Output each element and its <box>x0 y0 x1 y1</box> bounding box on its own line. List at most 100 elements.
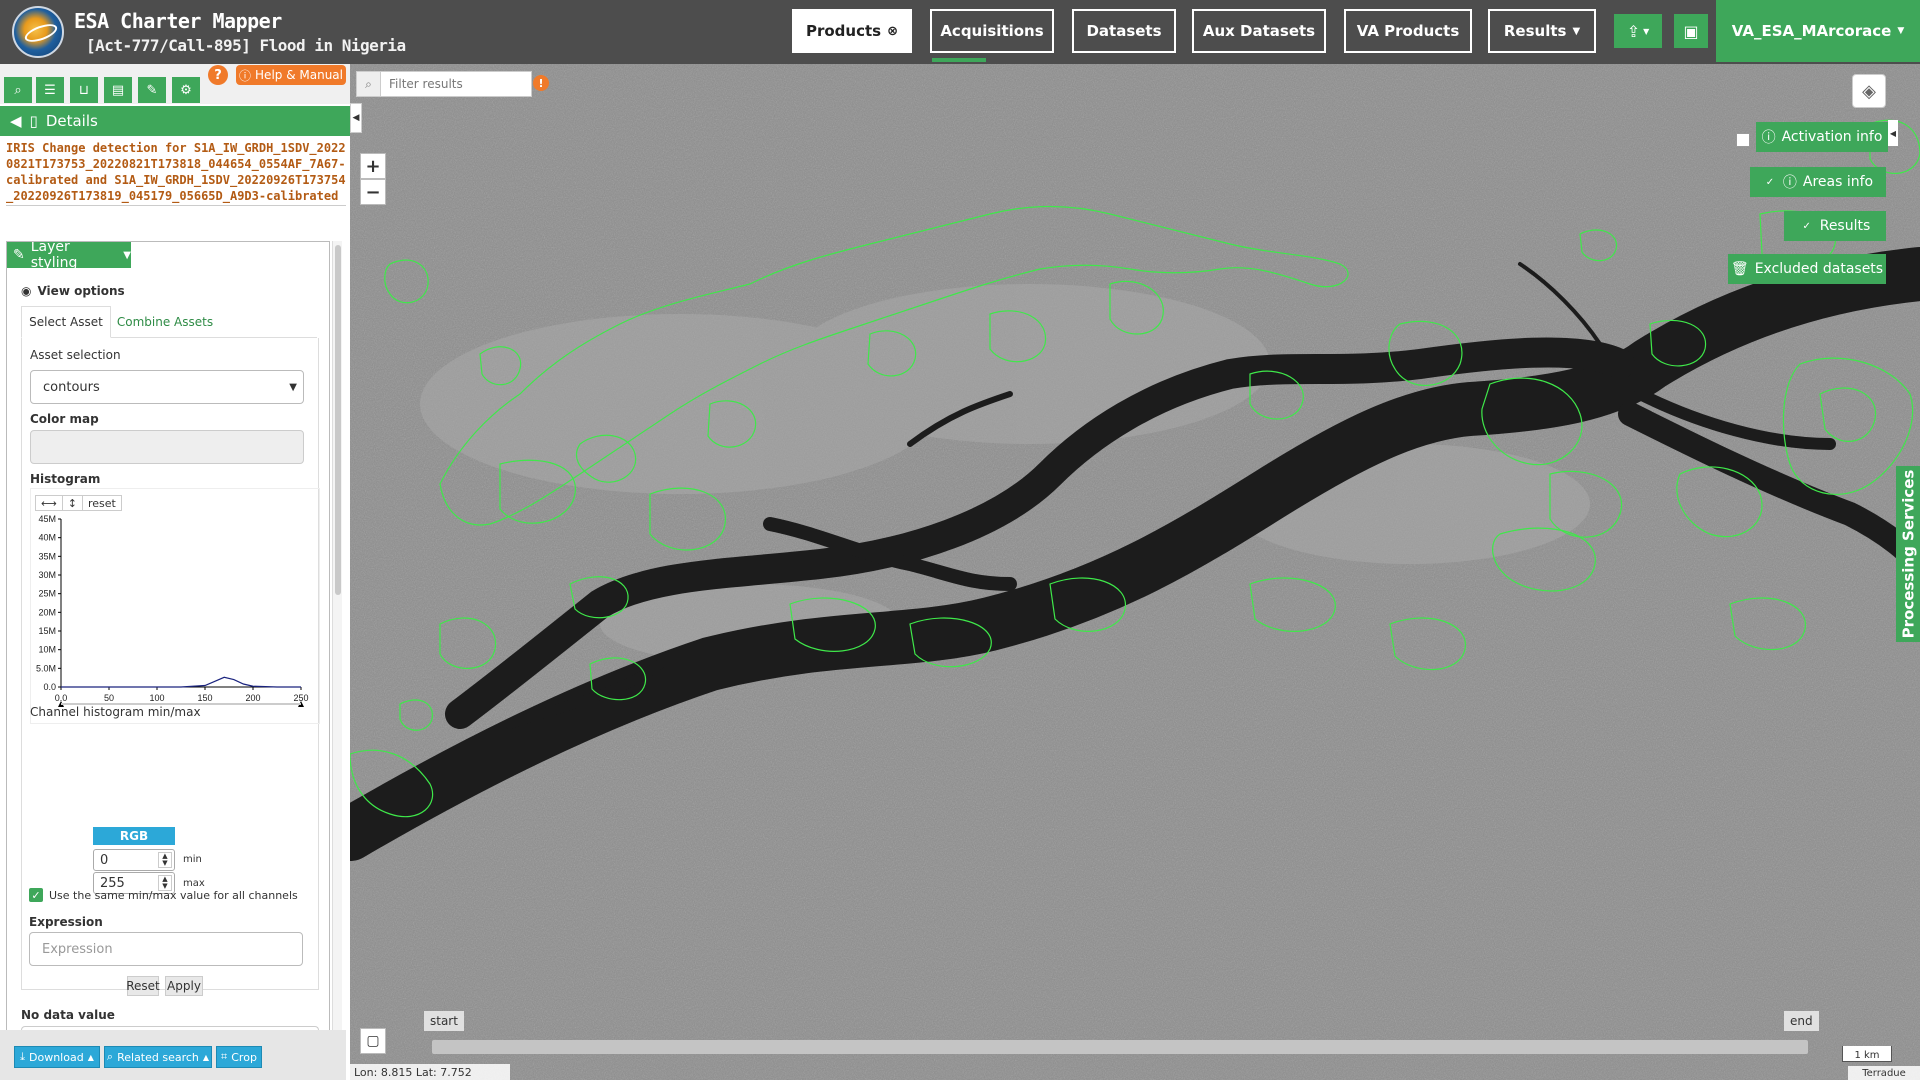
results-button[interactable]: ✓ Results <box>1784 211 1886 241</box>
min-input[interactable]: 0 ▲ ▼ <box>93 849 175 871</box>
zoom-in-button[interactable]: + <box>360 153 386 179</box>
areas-info-button[interactable]: ✓ ⓘ Areas info <box>1750 167 1886 197</box>
nav-datasets-label: Datasets <box>1086 22 1162 40</box>
upload-button[interactable]: ⇪ ▼ <box>1614 14 1662 48</box>
download-icon: ⤓ <box>20 1050 26 1063</box>
layer-styling-label: Layer styling <box>30 241 78 271</box>
y-tick-label: 30M <box>38 570 56 580</box>
collapse-panel-tab[interactable]: ◀ <box>350 103 362 133</box>
nav-aux-datasets[interactable]: Aux Datasets <box>1192 9 1326 53</box>
y-tick-label: 25M <box>38 589 56 599</box>
timeline-slider[interactable] <box>432 1040 1808 1054</box>
color-map-field[interactable] <box>30 430 304 464</box>
eye-icon: ◉ <box>21 284 32 298</box>
nav-acquisitions-label: Acquisitions <box>940 22 1044 40</box>
spinner-icon[interactable]: ▲ ▼ <box>158 852 172 868</box>
app-header: ESA Charter Mapper [Act-777/Call-895] Fl… <box>0 0 1920 64</box>
view-options[interactable]: ◉ View options <box>21 284 125 298</box>
results-checkbox[interactable]: ✓ <box>1799 219 1814 233</box>
tab-select-asset[interactable]: Select Asset <box>21 306 111 338</box>
caret-up-icon: ▲ <box>202 1052 210 1062</box>
panel-scrollbar[interactable] <box>332 241 342 1045</box>
alert-icon[interactable]: ! <box>533 75 549 91</box>
user-menu[interactable]: VA_ESA_MArcorace ▼ <box>1716 0 1920 62</box>
min-label: min <box>183 854 202 865</box>
frame-button[interactable]: ▢ <box>360 1028 386 1054</box>
layer-styling-header[interactable]: ✎ Layer styling ▼ <box>7 241 131 271</box>
processing-services-tab[interactable]: Processing Services <box>1896 466 1920 642</box>
trash-icon: 🗑 <box>1730 261 1749 277</box>
cursor-coordinates: Lon: 8.815 Lat: 7.752 <box>350 1064 510 1080</box>
info-circle-icon: ⓘ <box>1761 130 1776 146</box>
nav-acquisitions[interactable]: Acquisitions <box>930 9 1054 53</box>
activation-info-button[interactable]: ⓘ Activation info <box>1756 122 1888 152</box>
esa-charter-logo-icon[interactable] <box>12 6 64 58</box>
crop-button[interactable]: ⌗ Crop <box>216 1046 262 1068</box>
asset-select[interactable]: contours ▼ <box>30 370 304 404</box>
rgb-channel-button[interactable]: RGB <box>93 827 175 845</box>
list-icon: ☰ <box>44 82 56 98</box>
help-manual-button[interactable]: ⓘ Help & Manual <box>236 65 346 85</box>
scrollbar-thumb[interactable] <box>335 245 341 595</box>
tab-select-asset-label: Select Asset <box>29 315 103 329</box>
y-tick-label: 10M <box>38 645 56 655</box>
chevron-down-icon: ▼ <box>289 381 297 393</box>
nav-aux-datasets-label: Aux Datasets <box>1202 22 1316 40</box>
crop-icon: ⌗ <box>221 1050 228 1063</box>
areas-info-label: Areas info <box>1802 174 1874 190</box>
expand-right-arrow[interactable]: ◀ <box>1888 120 1898 146</box>
info-circle-icon: ⓘ <box>239 68 252 83</box>
search-tool-button[interactable]: ⌕ <box>4 77 32 103</box>
timeline-end: end <box>1784 1011 1819 1031</box>
y-tick-label: 35M <box>38 551 56 561</box>
zoom-out-button[interactable]: − <box>360 179 386 205</box>
pencil-icon: ✎ <box>146 82 158 98</box>
settings-tool-button[interactable]: ⚙ <box>172 77 200 103</box>
check-icon: ✓ <box>31 888 41 902</box>
nav-va-products-label: VA Products <box>1356 22 1460 40</box>
activation-info-checkbox[interactable] <box>1736 133 1750 147</box>
archive-icon: ▤ <box>111 82 125 98</box>
nav-results[interactable]: Results ▼ <box>1488 9 1596 53</box>
upload-icon: ⇪ <box>1626 21 1641 41</box>
vertical-zoom-icon[interactable]: ↕ <box>63 496 83 510</box>
list-tool-button[interactable]: ☰ <box>36 77 64 103</box>
expression-input[interactable]: Expression <box>29 932 303 966</box>
reset-button[interactable]: Reset <box>126 976 160 996</box>
help-question-button[interactable]: ? <box>208 65 228 85</box>
chevron-down-circle-icon: ▼ <box>123 249 131 261</box>
chevron-left-icon: ◀ <box>1889 128 1897 138</box>
tab-combine-assets-label: Combine Assets <box>116 315 214 329</box>
x-tick-label: 50 <box>104 693 114 703</box>
nav-datasets[interactable]: Datasets <box>1072 9 1176 53</box>
excluded-datasets-button[interactable]: 🗑 Excluded datasets <box>1728 254 1886 284</box>
apply-button[interactable]: Apply <box>165 976 203 996</box>
areas-info-checkbox[interactable]: ✓ <box>1762 175 1777 189</box>
expression-label: Expression <box>29 915 103 929</box>
download-button[interactable]: ⤓ Download ▲ <box>14 1046 100 1068</box>
same-minmax-checkbox[interactable]: ✓ <box>29 888 43 902</box>
histogram-reset-button[interactable]: reset <box>83 496 121 510</box>
details-bar[interactable]: ◀ ▯ Details <box>0 106 350 136</box>
nav-products[interactable]: Products ⊗ <box>792 9 912 53</box>
histogram-label: Histogram <box>30 472 101 486</box>
briefcase-button[interactable]: ▣ <box>1674 14 1708 48</box>
close-circle-icon[interactable]: ⊗ <box>887 24 898 39</box>
basket-tool-button[interactable]: ⊔ <box>70 77 98 103</box>
edit-tool-button[interactable]: ✎ <box>138 77 166 103</box>
map-view[interactable] <box>350 64 1920 1080</box>
title-divider <box>6 205 346 206</box>
results-label: Results <box>1819 218 1871 234</box>
layers-button[interactable]: ◈ <box>1852 74 1886 108</box>
filter-results-input[interactable]: ⌕ Filter results <box>356 71 532 97</box>
activation-title: [Act-777/Call-895] Flood in Nigeria <box>86 36 406 55</box>
back-arrow-icon[interactable]: ◀ <box>10 112 22 130</box>
tab-combine-assets[interactable]: Combine Assets <box>115 306 215 338</box>
download-label: Download <box>29 1050 84 1064</box>
related-search-button[interactable]: ⌕ Related search ▲ <box>104 1046 212 1068</box>
info-circle-icon: ⓘ <box>1782 175 1797 191</box>
nav-va-products[interactable]: VA Products <box>1344 9 1472 53</box>
horizontal-zoom-icon[interactable]: ⟷ <box>36 496 63 510</box>
archive-tool-button[interactable]: ▤ <box>104 77 132 103</box>
plus-icon: + <box>365 155 381 177</box>
